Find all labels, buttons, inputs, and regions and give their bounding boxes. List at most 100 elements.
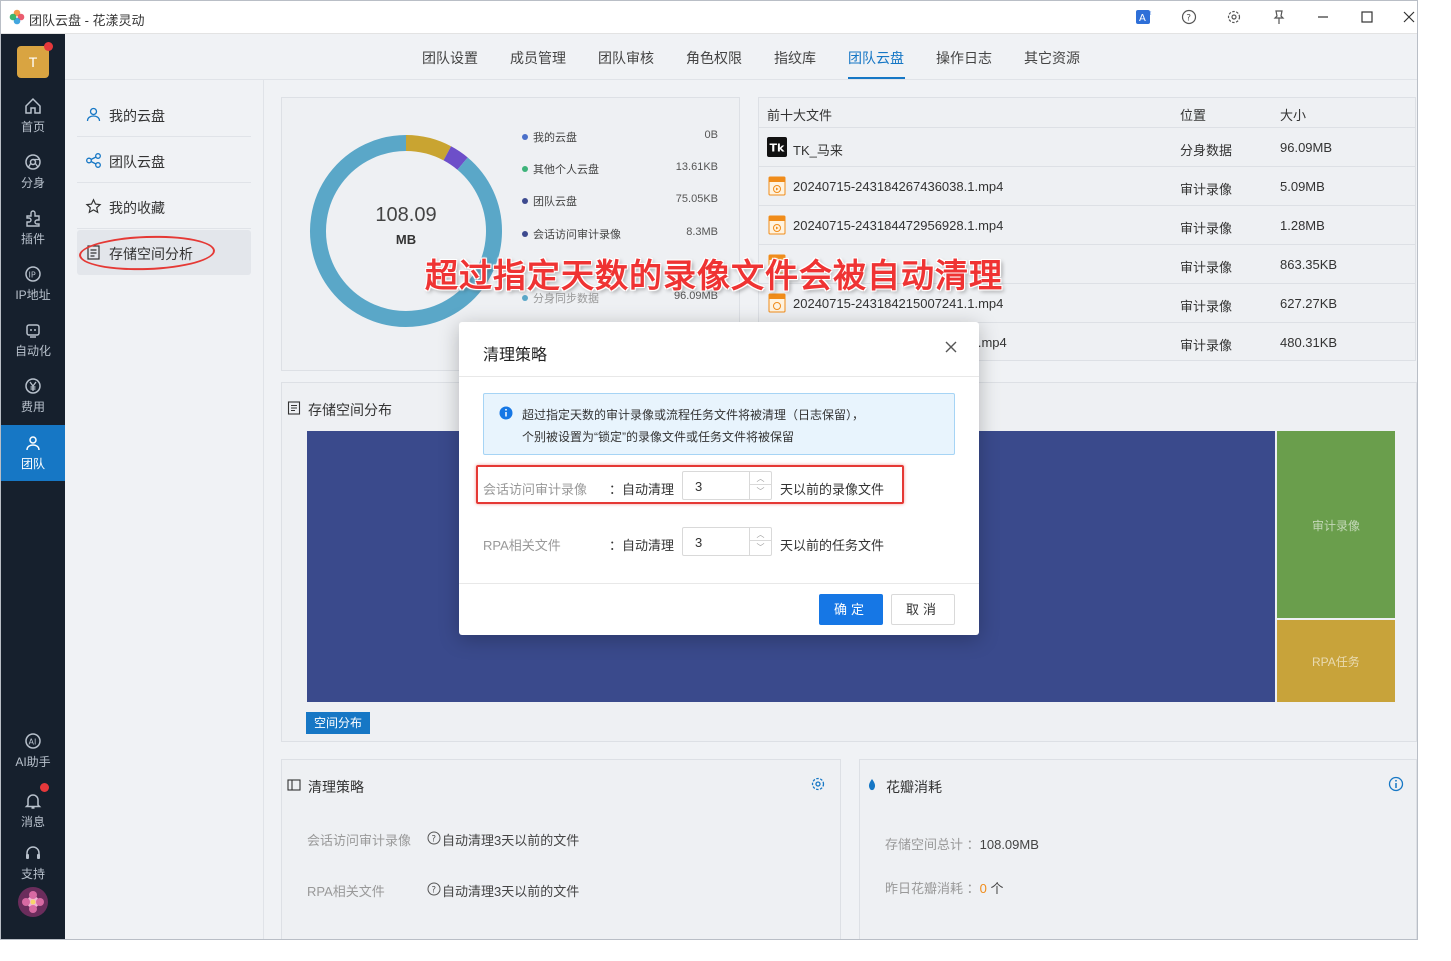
nav-item-plugins[interactable]: 插件 <box>1 200 65 256</box>
donut-center-unit: MB <box>395 232 417 247</box>
table-row[interactable]: Tk TK_马来 分身数据 96.09MB <box>759 128 1415 167</box>
nav-item-billing[interactable]: 费用 <box>1 368 65 424</box>
robot-icon <box>26 324 40 338</box>
number-stepper[interactable]: ︿ ﹀ <box>749 528 771 555</box>
team-icon <box>26 436 40 451</box>
dialog-footer-divider <box>459 583 979 584</box>
close-window-icon[interactable] <box>1399 7 1417 27</box>
petal-icon <box>868 779 876 791</box>
sub-item-team-cloud[interactable]: 团队云盘 <box>77 138 251 183</box>
svg-text:×: × <box>1147 10 1152 17</box>
petal-consumption-card: 花瓣消耗 存储空间总计 ：108.09MB 昨日花瓣消耗 ：0 个 <box>859 759 1417 939</box>
nav-item-automation[interactable]: 自动化 <box>1 312 65 368</box>
confirm-button[interactable]: 确定 <box>819 594 883 625</box>
tab-team-review[interactable]: 团队审核 <box>598 48 654 68</box>
svg-text:Tk: Tk <box>770 142 786 155</box>
legend-item: 会话访问审计录像 8.3MB <box>522 226 718 242</box>
info-icon[interactable] <box>1388 776 1404 792</box>
table-row[interactable]: 20240715-243184472956928.1.mp4 审计录像 1.28… <box>759 206 1415 245</box>
distribution-tag[interactable]: 空间分布 <box>306 712 371 734</box>
table-row[interactable]: 20240715-243184267436038.1.mp4 审计录像 5.09… <box>759 167 1415 206</box>
document-icon <box>287 401 301 415</box>
team-avatar[interactable]: T <box>17 46 49 78</box>
close-icon[interactable] <box>943 339 959 355</box>
rpa-files-label: RPA相关文件 <box>483 538 561 553</box>
audit-video-label: 会话访问审计录像 <box>483 482 588 497</box>
sub-item-my-cloud[interactable]: 我的云盘 <box>77 92 251 137</box>
legend-dot <box>522 198 528 204</box>
help-icon[interactable]: ? <box>1179 7 1199 27</box>
petal-title: 花瓣消耗 <box>886 779 942 795</box>
tab-fingerprint-library[interactable]: 指纹库 <box>774 48 816 68</box>
donut-segment-audit <box>405 135 452 161</box>
video-file-icon <box>768 215 786 235</box>
ai-icon: AI <box>25 733 41 749</box>
table-header: 前十大文件 位置 大小 <box>759 98 1415 128</box>
tab-role-permissions[interactable]: 角色权限 <box>686 48 742 68</box>
user-avatar[interactable] <box>17 886 49 918</box>
question-icon[interactable]: ? <box>427 831 441 845</box>
pin-icon[interactable] <box>1269 7 1289 27</box>
sub-item-favorites[interactable]: 我的收藏 <box>77 184 251 229</box>
svg-text:AI: AI <box>29 738 37 747</box>
tab-member-management[interactable]: 成员管理 <box>510 48 566 68</box>
share-icon <box>86 153 101 168</box>
number-stepper[interactable]: ︿ ﹀ <box>749 472 771 499</box>
increment-icon[interactable]: ︿ <box>750 528 771 541</box>
nav-item-support[interactable]: 支持 <box>1 835 65 891</box>
annotation-caption: 超过指定天数的录像文件会被自动清理 <box>425 257 1003 294</box>
tab-operation-log[interactable]: 操作日志 <box>936 48 992 68</box>
tab-team-settings[interactable]: 团队设置 <box>422 48 478 68</box>
tab-other-resources[interactable]: 其它资源 <box>1024 48 1080 68</box>
nav-item-team[interactable]: 团队 <box>1 425 65 481</box>
legend-item: 团队云盘 75.05KB <box>522 193 718 209</box>
plugin-icon <box>26 210 40 227</box>
nav-item-home[interactable]: 首页 <box>1 88 65 144</box>
policy-icon <box>287 779 301 791</box>
ip-icon: IP <box>25 266 41 282</box>
headset-icon <box>26 846 40 859</box>
user-icon <box>86 107 101 122</box>
cleanup-title: 清理策略 <box>308 779 364 795</box>
window-title: 团队云盘 - 花漾灵动 <box>29 13 145 28</box>
treemap-block-audit-video[interactable]: 审计录像 <box>1277 431 1395 618</box>
dialog-title: 清理策略 <box>483 347 548 364</box>
decrement-icon[interactable]: ﹀ <box>750 485 771 498</box>
maximize-icon[interactable] <box>1357 7 1377 27</box>
tiktok-icon: Tk <box>767 137 787 157</box>
decrement-icon[interactable]: ﹀ <box>750 541 771 554</box>
nav-item-ip[interactable]: IP IP地址 <box>1 256 65 312</box>
nav-item-ai-assistant[interactable]: AI AI助手 <box>1 723 65 779</box>
tab-team-cloud[interactable]: 团队云盘 <box>848 48 904 68</box>
app-window: 团队云盘 - 花漾灵动 A × ? T 首页 分身 插件 IP IP地址 自动化… <box>0 0 1418 940</box>
browser-icon <box>25 154 41 170</box>
cancel-button[interactable]: 取消 <box>891 594 955 625</box>
notification-dot <box>44 42 53 51</box>
treemap-block-rpa[interactable]: RPA任务 <box>1277 620 1395 702</box>
nav-item-profiles[interactable]: 分身 <box>1 144 65 200</box>
legend-dot <box>522 231 528 237</box>
gear-icon[interactable] <box>810 776 826 792</box>
cleanup-policy-dialog: 清理策略 超过指定天数的审计录像或流程任务文件将被清理（日志保留）， 个别被设置… <box>459 322 979 635</box>
bell-icon <box>24 794 42 809</box>
active-tab-underline <box>848 77 905 79</box>
svg-text:?: ? <box>1186 14 1191 24</box>
increment-icon[interactable]: ︿ <box>750 472 771 485</box>
rpa-files-days-input[interactable]: 3 ︿ ﹀ <box>682 527 772 556</box>
legend-dot <box>522 166 528 172</box>
settings-icon[interactable] <box>1224 7 1244 27</box>
sub-navigation: 我的云盘 团队云盘 我的收藏 存储空间分析 <box>65 80 264 939</box>
svg-text:?: ? <box>432 835 437 845</box>
top-tabs: 团队设置 成员管理 团队审核 角色权限 指纹库 团队云盘 操作日志 其它资源 <box>65 34 1417 80</box>
yen-icon <box>25 378 41 394</box>
question-icon[interactable]: ? <box>427 882 441 896</box>
legend-item: 其他个人云盘 13.61KB <box>522 161 718 177</box>
minimize-icon[interactable] <box>1313 7 1333 27</box>
donut-center-value: 108.09 <box>375 204 437 226</box>
legend-item: 我的云盘 0B <box>522 129 718 145</box>
translate-icon[interactable]: A × <box>1134 7 1154 27</box>
home-icon <box>25 97 41 114</box>
nav-item-messages[interactable]: 消息 <box>1 783 65 839</box>
audit-video-days-input[interactable]: 3 ︿ ﹀ <box>682 471 772 500</box>
star-icon <box>85 198 102 214</box>
